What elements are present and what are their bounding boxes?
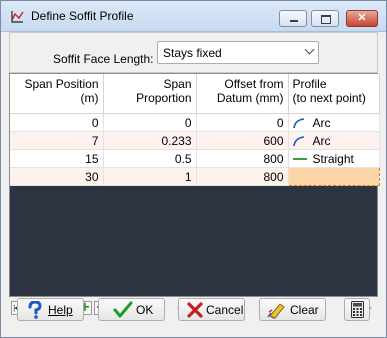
arc-icon <box>292 135 304 146</box>
cancel-label: Cancel <box>206 303 244 317</box>
calculator-icon <box>351 301 364 318</box>
cell-profile[interactable]: Straight <box>288 149 380 168</box>
clear-label: Clear <box>290 303 319 317</box>
cell-offset[interactable]: 600 <box>196 131 289 150</box>
header-span-position[interactable]: Span Position (m) <box>10 74 104 114</box>
cell-span-proportion[interactable]: 0.233 <box>103 131 197 150</box>
cell-span-proportion[interactable]: 0.5 <box>103 149 197 168</box>
header-offset-from-datum[interactable]: Offset from Datum (mm) <box>196 74 289 114</box>
ok-button[interactable]: OK <box>98 298 165 321</box>
table-row[interactable]: 30 1 800 <box>10 167 380 186</box>
header-span-proportion[interactable]: Span Proportion <box>103 74 197 114</box>
question-icon <box>28 301 42 319</box>
dialog-body: Soffit Face Length: Stays fixed Span Pos… <box>9 32 380 329</box>
profile-table: Span Position (m) Span Proportion Offset f… <box>10 74 380 186</box>
window-title: Define Soffit Profile <box>31 9 134 23</box>
title-bar: Define Soffit Profile ✕ <box>1 1 386 32</box>
help-label: Help <box>48 303 73 317</box>
minimize-button[interactable] <box>279 10 307 27</box>
header-profile[interactable]: Profile (to next point) <box>288 74 380 114</box>
cancel-x-icon <box>187 302 203 318</box>
cell-offset[interactable]: 0 <box>196 113 289 132</box>
profile-grid[interactable]: Span Position (m) Span Proportion Offset f… <box>9 73 380 297</box>
eraser-icon <box>267 303 285 319</box>
cell-span-proportion[interactable]: 1 <box>103 167 197 186</box>
ok-label: OK <box>136 303 154 317</box>
straight-line-icon <box>292 157 307 160</box>
table-row[interactable]: 15 0.5 800 Straight <box>10 149 380 168</box>
button-bar: Help OK Cancel Clear <box>1 291 386 337</box>
cell-profile[interactable]: Arc <box>288 131 380 150</box>
table-row[interactable]: 0 0 0 Arc <box>10 113 380 132</box>
close-icon: ✕ <box>357 12 367 24</box>
cell-span-proportion[interactable]: 0 <box>103 113 197 132</box>
dialog-window: Define Soffit Profile ✕ Soffit Face Leng… <box>0 0 387 338</box>
chevron-down-icon <box>304 44 315 55</box>
cell-offset[interactable]: 800 <box>196 149 289 168</box>
cell-span-position[interactable]: 30 <box>10 167 104 186</box>
cell-profile[interactable]: Arc <box>288 113 380 132</box>
cell-profile-selected[interactable] <box>287 167 380 186</box>
soffit-face-length-row: Soffit Face Length: Stays fixed <box>9 32 378 73</box>
cell-span-position[interactable]: 0 <box>10 113 104 132</box>
app-icon <box>11 11 24 23</box>
cancel-button[interactable]: Cancel <box>178 298 245 321</box>
arc-icon <box>292 117 304 128</box>
cell-span-position[interactable]: 7 <box>10 131 104 150</box>
calculator-button[interactable] <box>344 298 370 321</box>
close-button[interactable]: ✕ <box>346 10 378 27</box>
soffit-face-length-label: Soffit Face Length: <box>53 52 154 66</box>
soffit-face-length-select[interactable]: Stays fixed <box>157 41 319 64</box>
clear-button[interactable]: Clear <box>259 298 326 321</box>
help-button[interactable]: Help <box>17 298 84 321</box>
cell-offset[interactable]: 800 <box>196 167 289 186</box>
soffit-face-length-value: Stays fixed <box>163 46 222 60</box>
maximize-button[interactable] <box>311 10 339 27</box>
cell-span-position[interactable]: 15 <box>10 149 104 168</box>
check-icon <box>113 301 133 318</box>
table-row[interactable]: 7 0.233 600 Arc <box>10 131 380 150</box>
